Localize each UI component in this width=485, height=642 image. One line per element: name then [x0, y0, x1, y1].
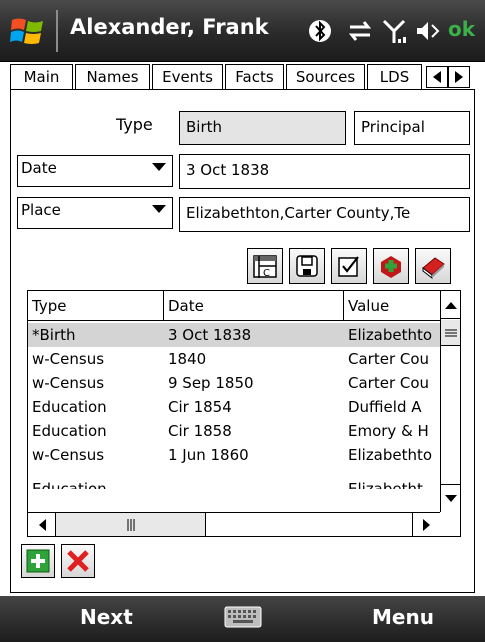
- row-value: Emory & H: [348, 422, 429, 440]
- tab-scroll-left-button[interactable]: [426, 66, 448, 88]
- scroll-left-button[interactable]: [28, 513, 56, 536]
- title-bar: Alexander, Frank ok: [0, 0, 485, 62]
- add-source-icon: [381, 256, 401, 278]
- row-type: Education: [32, 398, 107, 416]
- tab-lds[interactable]: LDS: [367, 64, 422, 90]
- right-arrow-icon: [422, 518, 430, 531]
- table-row[interactable]: w-Census 9 Sep 1850 Carter Cou: [28, 371, 440, 395]
- delete-event-button[interactable]: [61, 544, 95, 578]
- table-row[interactable]: w-Census 1840 Carter Cou: [28, 347, 440, 371]
- grip-icon: [127, 518, 134, 531]
- list-header: Type Date Value: [28, 291, 440, 321]
- row-value: Carter Cou: [348, 374, 430, 392]
- row-type: *Birth: [32, 326, 76, 344]
- type-label: Type: [116, 115, 153, 134]
- row-type: w-Census: [32, 350, 105, 368]
- next-softkey[interactable]: Next: [80, 605, 133, 629]
- date-input[interactable]: 3 Oct 1838: [179, 154, 470, 189]
- row-date: Cir 1858: [168, 422, 232, 440]
- data-sync-icon[interactable]: [346, 17, 374, 45]
- chevron-down-icon: [152, 205, 166, 213]
- date-type-label: Date: [21, 159, 57, 177]
- menu-softkey[interactable]: Menu: [372, 605, 434, 629]
- volume-icon[interactable]: [414, 17, 442, 45]
- tab-scroll-right-button[interactable]: [448, 66, 470, 88]
- tab-main[interactable]: Main: [10, 64, 73, 90]
- book-button[interactable]: [415, 248, 451, 284]
- calendar-edit-icon: C: [253, 255, 277, 279]
- tab-events[interactable]: Events: [152, 64, 223, 91]
- scroll-right-button[interactable]: [412, 513, 440, 536]
- scroll-thumb[interactable]: [441, 320, 460, 346]
- softkey-bar: Next Menu: [0, 596, 485, 642]
- row-date: 3 Oct 1838: [168, 326, 252, 344]
- book-icon: [422, 257, 445, 280]
- row-date: Cir 1854: [168, 398, 232, 416]
- checkbox-icon: [338, 256, 359, 277]
- table-row[interactable]: *Birth 3 Oct 1838 Elizabethto: [28, 323, 440, 347]
- row-date: 9 Sep 1850: [168, 374, 254, 392]
- row-type: Education: [32, 422, 107, 440]
- column-header-date[interactable]: Date: [164, 291, 344, 321]
- windows-start-icon[interactable]: [10, 14, 46, 48]
- place-type-label: Place: [21, 201, 61, 219]
- row-value: Duffield A: [348, 398, 422, 416]
- ok-button[interactable]: ok: [448, 17, 475, 41]
- table-row[interactable]: Education Cir 1854 Duffield A: [28, 395, 440, 419]
- table-row[interactable]: Education Elizabetht: [28, 467, 440, 489]
- signal-icon[interactable]: [380, 17, 408, 45]
- horizontal-scroll-thumb[interactable]: [56, 513, 206, 536]
- column-header-value[interactable]: Value: [344, 291, 440, 321]
- tab-sources[interactable]: Sources: [286, 64, 365, 90]
- tab-names[interactable]: Names: [75, 64, 150, 90]
- add-event-button[interactable]: [21, 544, 55, 578]
- tab-facts[interactable]: Facts: [225, 64, 284, 90]
- row-value: Elizabetht: [348, 480, 423, 489]
- keyboard-icon[interactable]: [224, 606, 262, 628]
- vertical-scrollbar[interactable]: [440, 291, 460, 512]
- row-type: w-Census: [32, 446, 105, 464]
- left-arrow-icon: [433, 71, 441, 83]
- row-date: 1 Jun 1860: [168, 446, 249, 464]
- left-arrow-icon: [38, 518, 46, 531]
- grip-icon: [445, 329, 457, 336]
- horizontal-scrollbar[interactable]: [28, 512, 440, 536]
- add-source-button[interactable]: [373, 248, 409, 284]
- tab-strip: Main Names Events Facts Sources LDS: [10, 64, 475, 91]
- svg-text:C: C: [263, 268, 270, 279]
- event-type-field[interactable]: Birth: [179, 111, 346, 145]
- app-title: Alexander, Frank: [70, 15, 269, 39]
- scroll-up-button[interactable]: [441, 291, 460, 319]
- chevron-down-icon: [152, 163, 166, 171]
- save-icon: [296, 255, 318, 277]
- row-type: Education: [32, 480, 107, 489]
- bluetooth-icon[interactable]: [306, 17, 334, 45]
- row-value: Carter Cou: [348, 350, 430, 368]
- down-arrow-icon: [445, 494, 457, 502]
- table-row[interactable]: Education Cir 1858 Emory & H: [28, 419, 440, 443]
- column-header-type[interactable]: Type: [28, 291, 164, 321]
- row-value: Elizabethto: [348, 446, 433, 464]
- delete-x-icon: [67, 550, 89, 572]
- row-type: w-Census: [32, 374, 105, 392]
- plus-icon: [26, 549, 50, 573]
- events-list[interactable]: Type Date Value *Birth 3 Oct 1838 Elizab…: [27, 290, 461, 537]
- events-panel: Type Birth Principal Date 3 Oct 1838 Pla…: [10, 89, 475, 593]
- place-type-dropdown[interactable]: Place: [17, 197, 173, 229]
- up-arrow-icon: [445, 301, 457, 309]
- table-row[interactable]: w-Census 1 Jun 1860 Elizabethto: [28, 443, 440, 467]
- row-value: Elizabethto: [348, 326, 433, 344]
- place-input[interactable]: Elizabethton,Carter County,Te: [179, 197, 470, 232]
- title-separator: [56, 10, 58, 52]
- date-type-dropdown[interactable]: Date: [17, 155, 173, 187]
- role-field[interactable]: Principal: [354, 111, 470, 145]
- right-arrow-icon: [455, 71, 463, 83]
- checkbox-button[interactable]: [331, 248, 367, 284]
- scroll-down-button[interactable]: [441, 484, 460, 512]
- row-date: 1840: [168, 350, 207, 368]
- calendar-edit-button[interactable]: C: [247, 248, 283, 284]
- save-button[interactable]: [289, 248, 325, 284]
